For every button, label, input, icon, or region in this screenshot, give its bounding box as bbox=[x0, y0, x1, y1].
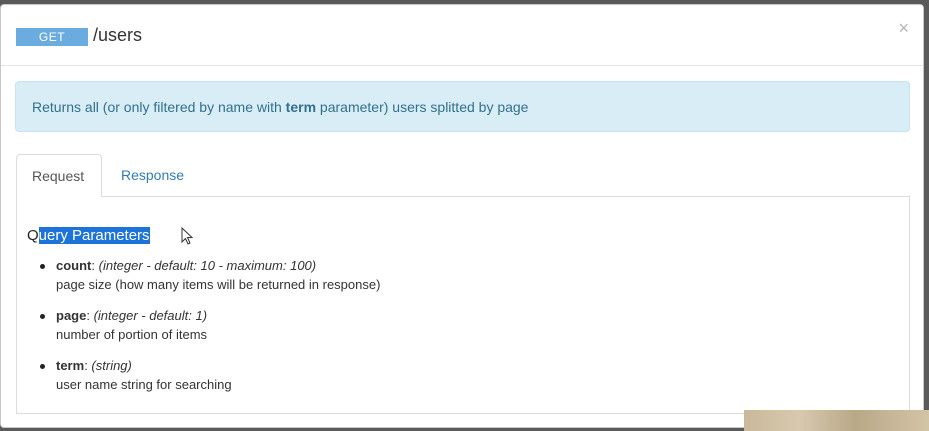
param-description: user name string for searching bbox=[56, 377, 232, 392]
heading-selected-text: uery Parameters bbox=[38, 227, 150, 244]
param-signature: term: (string) bbox=[56, 357, 380, 375]
description-alert: Returns all (or only filtered by name wi… bbox=[15, 81, 910, 132]
api-modal: GET /users × Returns all (or only filter… bbox=[0, 4, 924, 428]
param-type: (string) bbox=[91, 358, 132, 373]
tab-request[interactable]: Request bbox=[16, 154, 102, 197]
endpoint-path: /users bbox=[93, 25, 143, 45]
tab-bar: Request Response bbox=[16, 154, 909, 197]
description-text-after: parameter) users splitted by page bbox=[316, 99, 529, 115]
list-item: count: (integer - default: 10 - maximum:… bbox=[40, 257, 380, 307]
parameter-list: count: (integer - default: 10 - maximum:… bbox=[40, 257, 380, 407]
list-item: term: (string) user name string for sear… bbox=[40, 357, 380, 407]
tab-response[interactable]: Response bbox=[106, 154, 199, 196]
modal-header: GET /users × bbox=[1, 5, 923, 66]
param-type: (integer - default: 10 - maximum: 100) bbox=[98, 258, 317, 273]
request-panel: Query Parameters count: (integer - defau… bbox=[16, 195, 910, 414]
list-item: page: (integer - default: 1) number of p… bbox=[40, 307, 380, 357]
param-name: page bbox=[56, 308, 87, 323]
heading-first-letter: Q bbox=[27, 227, 39, 244]
param-signature: count: (integer - default: 10 - maximum:… bbox=[56, 257, 380, 275]
param-separator: : bbox=[91, 258, 99, 273]
param-description: page size (how many items will be return… bbox=[56, 277, 381, 292]
method-badge: GET bbox=[16, 28, 88, 46]
description-text-before: Returns all (or only filtered by name wi… bbox=[32, 99, 286, 115]
query-parameters-heading: Query Parameters bbox=[27, 227, 150, 244]
param-name: count bbox=[56, 258, 92, 273]
param-separator: : bbox=[86, 308, 94, 323]
close-icon[interactable]: × bbox=[898, 19, 909, 37]
param-name: term bbox=[56, 358, 85, 373]
param-signature: page: (integer - default: 1) bbox=[56, 307, 380, 325]
param-description: number of portion of items bbox=[56, 327, 208, 342]
mouse-cursor-icon bbox=[181, 227, 193, 245]
description-keyword: term bbox=[285, 99, 317, 115]
background-map-fragment bbox=[744, 410, 929, 431]
param-type: (integer - default: 1) bbox=[93, 308, 208, 323]
